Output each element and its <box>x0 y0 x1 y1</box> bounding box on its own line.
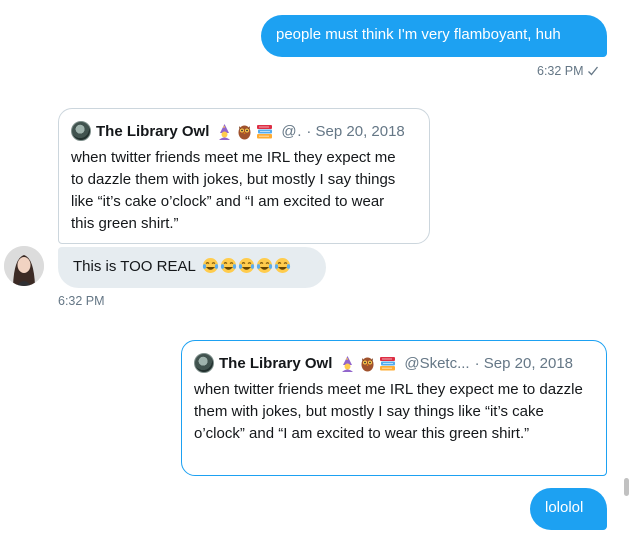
quoted-tweet-header: The Library Owl <box>71 120 417 142</box>
quoted-tweet-text: when twitter friends meet me IRL they ex… <box>71 149 396 232</box>
tears-of-joy-emoji <box>275 258 291 273</box>
sender-avatar[interactable] <box>4 246 44 286</box>
message-text: lololol <box>545 499 584 516</box>
conversation-area: people must think I'm very flamboyant, h… <box>0 0 630 533</box>
owl-emoji <box>238 125 251 139</box>
author-avatar <box>194 353 214 373</box>
author-name-emoji <box>339 355 396 372</box>
sent-message-bubble[interactable]: lololol <box>530 488 607 530</box>
author-avatar <box>71 121 91 141</box>
books-emoji <box>380 356 396 370</box>
mage-emoji <box>342 355 354 372</box>
message-text: This is TOO REAL <box>73 258 196 275</box>
message-text: people must think I'm very flamboyant, h… <box>276 26 561 43</box>
laughing-emoji-row <box>202 257 291 274</box>
quoted-tweet-text: when twitter friends meet me IRL they ex… <box>194 381 583 442</box>
author-handle: @Sketc... <box>404 354 470 372</box>
author-handle: @S <box>281 122 301 140</box>
tweet-date[interactable]: · Sep 20, 2018 <box>306 123 404 140</box>
tears-of-joy-emoji <box>203 258 219 273</box>
message-timestamp: 6:32 PM <box>58 294 105 308</box>
author-name-emoji <box>216 123 273 140</box>
tears-of-joy-emoji <box>239 258 255 273</box>
tweet-date[interactable]: · Sep 20, 2018 <box>475 355 573 372</box>
sent-message-bubble[interactable]: people must think I'm very flamboyant, h… <box>261 15 607 57</box>
tears-of-joy-emoji <box>221 258 237 273</box>
mage-emoji <box>219 123 231 140</box>
check-icon <box>587 66 598 76</box>
message-timestamp: 6:32 PM <box>537 64 599 78</box>
received-message-bubble[interactable]: This is TOO REAL <box>58 247 326 288</box>
owl-emoji <box>361 357 374 371</box>
quoted-tweet-card[interactable]: The Library Owl <box>181 340 607 476</box>
author-name[interactable]: The Library Owl <box>96 123 209 140</box>
scrollbar-thumb[interactable] <box>624 478 629 496</box>
author-name[interactable]: The Library Owl <box>219 355 332 372</box>
quoted-tweet-card[interactable]: The Library Owl <box>58 108 430 244</box>
quoted-tweet-header: The Library Owl <box>194 352 594 374</box>
avatar-photo <box>4 246 44 286</box>
tears-of-joy-emoji <box>257 258 273 273</box>
books-emoji <box>257 124 273 138</box>
